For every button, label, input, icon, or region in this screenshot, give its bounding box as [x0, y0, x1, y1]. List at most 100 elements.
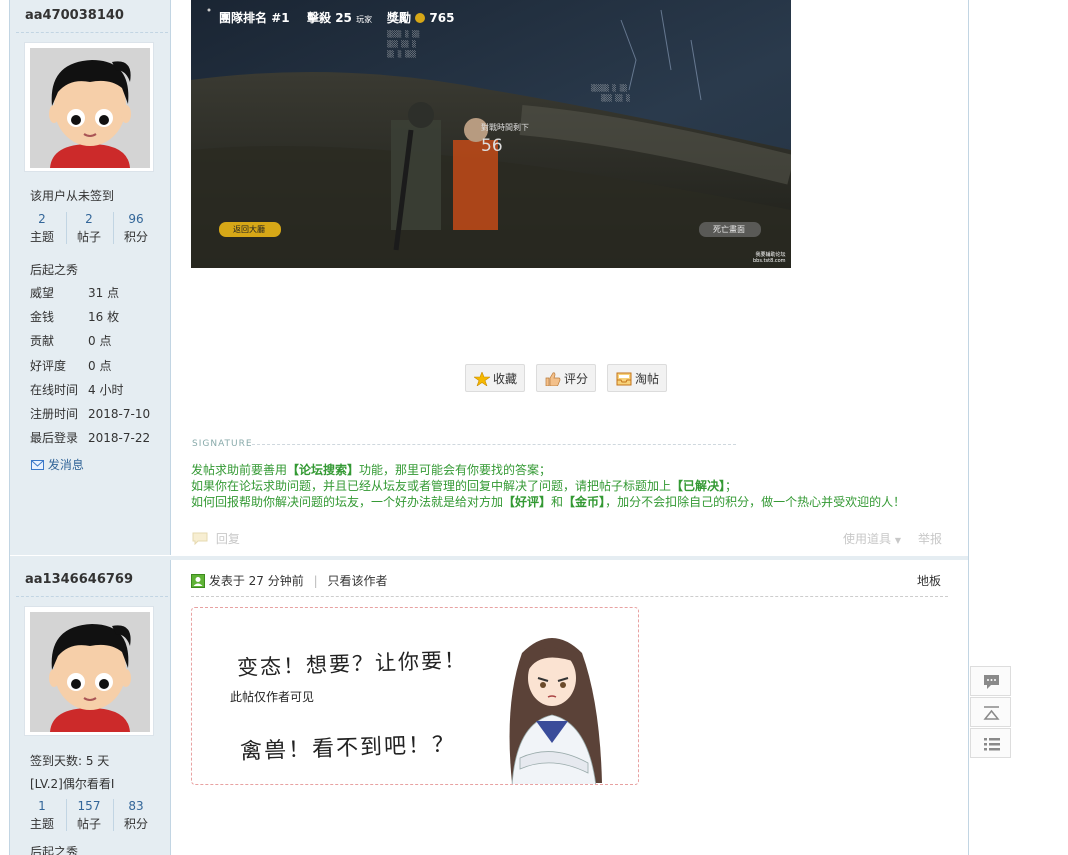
info-key: 注册时间	[30, 407, 79, 421]
hud-label: 擊殺	[307, 11, 332, 25]
collect-label[interactable]: 淘帖	[635, 365, 659, 393]
stat-label: 帖子	[76, 817, 101, 831]
post1-game-screenshot[interactable]: ░░░░ ░ ░░ ░░░ ░░ ░ ░░ ░ ░░░ ░░░░░ ░ ░░ ░░░ …	[191, 0, 791, 268]
divider	[16, 596, 168, 597]
reply-icon	[192, 532, 208, 546]
favorite-label[interactable]: 收藏	[493, 365, 517, 393]
avatar-image	[30, 48, 150, 168]
stat-value[interactable]: 1	[20, 797, 64, 815]
use-tool-menu[interactable]: 使用道具 ▼	[843, 530, 901, 547]
hidden-notice: 此帖仅作者可见	[230, 690, 315, 704]
post2-level[interactable]: [LV.2]偶尔看看I	[30, 775, 114, 792]
stat-value[interactable]: 2	[20, 210, 64, 228]
sig-text: 如何回报帮助你解决问题的坛友，一个好办法就是给对方加	[191, 495, 504, 509]
info-key: 贡献	[30, 334, 55, 348]
collect-button[interactable]: 淘帖	[607, 364, 667, 392]
post1-checkin-status: 该用户从未签到	[30, 189, 115, 203]
stat-value[interactable]: 2	[67, 210, 111, 228]
post1-stat-credits[interactable]: 96 积分	[114, 210, 158, 246]
posted-time: 发表于 27 分钟前	[208, 574, 304, 588]
info-key: 最后登录	[30, 431, 79, 445]
stat-label: 积分	[123, 817, 148, 831]
author-online-icon	[191, 574, 205, 588]
post1-username[interactable]: aa470038140	[25, 8, 124, 23]
post2-stat-topics[interactable]: 1 主题	[20, 797, 64, 833]
reply-link[interactable]: 回复	[192, 530, 240, 547]
hidden-image-text-1: 变态！想要？让你要！	[236, 647, 468, 681]
back-to-list-button[interactable]	[970, 728, 1011, 758]
hidden-image-text-2: 禽兽！看不到吧！？	[239, 732, 457, 765]
info-key: 在线时间	[30, 383, 79, 397]
post2-meta: 发表于 27 分钟前 | 只看该作者	[191, 572, 387, 589]
star-icon	[474, 372, 490, 386]
post1-send-message[interactable]: 发消息	[31, 456, 84, 473]
back-to-top-icon	[983, 706, 1000, 720]
stat-label: 积分	[123, 230, 148, 244]
stat-value[interactable]: 83	[114, 797, 158, 815]
back-to-top-button[interactable]	[970, 697, 1011, 727]
signature-line-3: 如何回报帮助你解决问题的坛友，一个好办法就是给对方加【好评】和【金币】，加分不会…	[191, 494, 905, 510]
hud-value: 25	[335, 11, 352, 25]
rate-button[interactable]: 评分	[536, 364, 596, 392]
avatar-image	[30, 612, 150, 732]
post1-info-money: 金钱 16 枚	[30, 309, 119, 325]
post2-header-divider	[191, 596, 948, 597]
post1-rank: 后起之秀	[30, 263, 79, 277]
sig-text: 如果你在论坛求助问题，并且已经从坛友或者管理的回复中解决了问题，请把帖子标题加上	[191, 479, 672, 493]
post2-username[interactable]: aa1346646769	[25, 572, 133, 587]
only-author-link[interactable]: 只看该作者	[327, 574, 387, 588]
anime-girl-illustration	[509, 638, 602, 784]
info-value: 0 点	[88, 334, 112, 348]
svg-text:░░░░░ ░ ░░: ░░░░░ ░ ░░	[591, 84, 628, 92]
post1-avatar[interactable]	[24, 42, 154, 172]
post2-stat-credits[interactable]: 83 积分	[114, 797, 158, 833]
coin-icon	[415, 13, 426, 23]
chevron-down-icon: ▼	[894, 536, 901, 545]
quick-reply-button[interactable]	[970, 666, 1011, 696]
sig-bold-text: 【好评】	[503, 495, 552, 509]
floor-label[interactable]: 地板	[917, 572, 941, 589]
svg-text:░░░░ ░ ░░: ░░░░ ░ ░░	[387, 30, 420, 38]
sig-text: 发帖求助前要善用	[191, 463, 288, 477]
info-key: 金钱	[30, 310, 55, 324]
reply-label[interactable]: 回复	[216, 532, 240, 546]
tray-icon	[616, 372, 632, 386]
rate-label[interactable]: 评分	[564, 365, 588, 393]
signature-line-1: 发帖求助前要善用【论坛搜索】功能，那里可能会有你要找的答案；	[191, 462, 551, 478]
sig-bold-text: 【已解决】	[671, 479, 726, 493]
sig-text: 和	[551, 495, 564, 509]
stat-value[interactable]: 96	[114, 210, 158, 228]
info-value: 4 小时	[88, 383, 124, 397]
post1-stat-topics[interactable]: 2 主题	[20, 210, 64, 246]
frame-right-border	[968, 0, 969, 855]
hud-label: 獎勵	[387, 11, 412, 25]
post1-info-registered: 注册时间 2018-7-10	[30, 406, 150, 422]
hidden-content-box: 变态！想要？让你要！ 此帖仅作者可见 禽兽！看不到吧！？	[191, 607, 639, 785]
report-link[interactable]: 举报	[918, 530, 942, 547]
game-scene: ░░░░ ░ ░░ ░░░ ░░ ░ ░░ ░ ░░░ ░░░░░ ░ ░░ ░░░ …	[191, 0, 791, 268]
post2-checkin-days: 签到天数: 5 天	[30, 754, 110, 768]
info-value: 0 点	[88, 359, 112, 373]
stat-label: 主题	[29, 230, 54, 244]
stat-label: 主题	[29, 817, 54, 831]
favorite-button[interactable]: 收藏	[465, 364, 525, 392]
divider	[16, 32, 168, 33]
svg-text:░░░ ░░ ░: ░░░ ░░ ░	[387, 40, 416, 48]
hud-timer-value: 56	[481, 136, 503, 156]
hud-death-button: 死亡畫面	[713, 225, 745, 234]
comment-icon	[984, 675, 999, 689]
post2-avatar[interactable]	[24, 606, 154, 736]
signature-divider	[252, 444, 736, 445]
info-value: 2018-7-22	[88, 431, 151, 445]
sig-bold-text: 【金币】	[563, 495, 606, 509]
post1-info-contribution: 贡献 0 点	[30, 333, 111, 349]
post1-info-rating: 好评度 0 点	[30, 358, 111, 374]
stat-value[interactable]: 157	[67, 797, 111, 815]
use-tool-label[interactable]: 使用道具	[843, 532, 891, 546]
list-icon	[984, 738, 1000, 751]
signature-title: SIGNATURE	[192, 439, 253, 449]
post1-stat-posts[interactable]: 2 帖子	[67, 210, 111, 246]
post2-stat-posts[interactable]: 157 帖子	[67, 797, 111, 833]
send-message-label[interactable]: 发消息	[48, 458, 84, 472]
watermark-line: bbs.tst8.com	[753, 258, 786, 264]
